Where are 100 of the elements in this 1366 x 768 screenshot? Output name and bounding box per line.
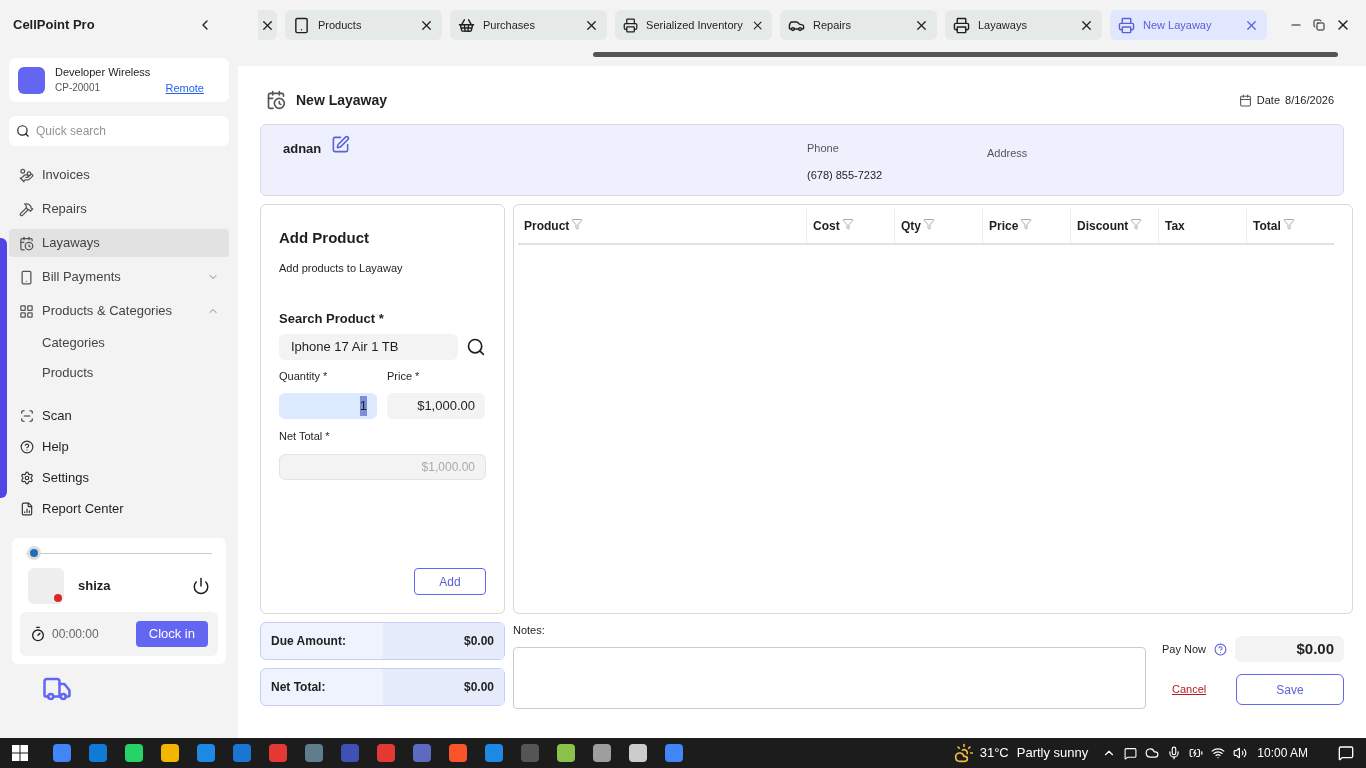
app-icon[interactable] bbox=[233, 744, 251, 762]
filter-icon[interactable] bbox=[923, 218, 935, 230]
tab[interactable]: New Layaway bbox=[1110, 10, 1267, 40]
filter-icon[interactable] bbox=[1130, 218, 1143, 230]
date-label: Date bbox=[1256, 92, 1281, 108]
filter-icon[interactable] bbox=[841, 218, 854, 230]
nav-subitem[interactable]: Categories bbox=[9, 330, 229, 356]
filter-icon[interactable] bbox=[1282, 218, 1295, 230]
tab[interactable]: Purchases bbox=[450, 10, 607, 40]
start-icon[interactable] bbox=[12, 745, 28, 761]
app-icon[interactable] bbox=[449, 744, 467, 762]
column-header[interactable]: Cost bbox=[813, 217, 840, 235]
quantity-field[interactable]: 1 bbox=[279, 393, 377, 419]
nav-item[interactable]: Products & Categories bbox=[9, 297, 229, 325]
app-icon[interactable] bbox=[125, 744, 143, 762]
nav-item[interactable]: Settings bbox=[9, 462, 229, 493]
edit-icon[interactable] bbox=[331, 135, 351, 154]
quick-search-field[interactable]: Quick search bbox=[9, 116, 229, 146]
notes-field[interactable] bbox=[513, 646, 1146, 709]
nav-icon bbox=[20, 439, 34, 454]
restore-icon[interactable] bbox=[1313, 19, 1325, 31]
weather-condition: Partly sunny bbox=[1016, 744, 1089, 763]
add-button[interactable]: Add bbox=[414, 568, 486, 595]
app-icon[interactable] bbox=[89, 744, 107, 762]
column-header[interactable]: Tax bbox=[1165, 217, 1185, 235]
microphone-icon[interactable] bbox=[1167, 746, 1182, 760]
column-header[interactable]: Product bbox=[524, 217, 570, 235]
cloud-icon[interactable] bbox=[1145, 746, 1160, 760]
clock-time[interactable]: 10:00 AM bbox=[1257, 744, 1308, 762]
price-field[interactable]: $1,000.00 bbox=[387, 393, 485, 419]
quantity-label: Quantity * bbox=[279, 368, 329, 384]
search-icon[interactable] bbox=[466, 336, 486, 357]
page-title: New Layaway bbox=[296, 90, 389, 110]
notification-icon[interactable] bbox=[1338, 745, 1354, 761]
app-icon[interactable] bbox=[413, 744, 431, 762]
app-icon[interactable] bbox=[593, 744, 611, 762]
nav-item[interactable]: Scan bbox=[9, 400, 229, 431]
nav-item[interactable]: Help bbox=[9, 431, 229, 462]
clock-in-button[interactable]: Clock in bbox=[135, 621, 208, 647]
phone-label: Phone bbox=[807, 141, 840, 156]
nav-icon bbox=[19, 201, 34, 217]
filter-icon[interactable] bbox=[571, 218, 584, 230]
tab[interactable]: Repairs bbox=[780, 10, 937, 40]
search-product-label: Search Product * bbox=[279, 310, 385, 328]
app-icon[interactable] bbox=[305, 744, 323, 762]
timer-icon bbox=[30, 626, 46, 642]
nav-icon bbox=[19, 269, 34, 285]
store-name: Developer Wireless bbox=[55, 64, 152, 80]
price-label: Price * bbox=[387, 368, 421, 384]
column-header[interactable]: Discount bbox=[1077, 217, 1129, 235]
tray-icon[interactable] bbox=[1124, 746, 1138, 760]
store-logo-icon bbox=[18, 66, 45, 94]
nav-item[interactable]: Layaways bbox=[9, 229, 229, 257]
app-icon[interactable] bbox=[557, 744, 575, 762]
tab[interactable] bbox=[258, 10, 277, 40]
column-header[interactable]: Price bbox=[989, 217, 1019, 235]
nav-item[interactable]: Invoices bbox=[9, 161, 229, 189]
app-icon[interactable] bbox=[53, 744, 71, 762]
app-icon[interactable] bbox=[485, 744, 503, 762]
app-icon[interactable] bbox=[629, 744, 647, 762]
cancel-link[interactable]: Cancel bbox=[1172, 681, 1236, 698]
search-icon bbox=[16, 124, 30, 138]
nav-icon bbox=[20, 501, 34, 516]
date-value: 8/16/2026 bbox=[1285, 92, 1334, 108]
tab[interactable]: Products bbox=[285, 10, 442, 40]
column-header[interactable]: Qty bbox=[901, 217, 921, 235]
network-icon[interactable] bbox=[1211, 746, 1226, 760]
product-search-field[interactable]: Iphone 17 Air 1 TB bbox=[279, 333, 459, 360]
slider-thumb[interactable] bbox=[26, 546, 41, 560]
tab[interactable]: Serialized Inventory bbox=[615, 10, 772, 40]
nav-item[interactable]: Report Center bbox=[9, 493, 229, 524]
pay-now-field[interactable]: $0.00 bbox=[1235, 636, 1344, 662]
user-name: shiza bbox=[78, 577, 112, 596]
volume-icon[interactable] bbox=[1233, 746, 1248, 760]
tab-icon bbox=[458, 16, 475, 34]
save-button[interactable]: Save bbox=[1236, 674, 1344, 705]
timer-text: 00:00:00 bbox=[52, 626, 100, 643]
nav-item[interactable]: Bill Payments bbox=[9, 263, 229, 291]
tab[interactable]: Layaways bbox=[945, 10, 1102, 40]
battery-icon[interactable] bbox=[1189, 746, 1204, 760]
net-total-field: $1,000.00 bbox=[279, 453, 486, 480]
nav-subitem[interactable]: Products bbox=[9, 360, 229, 386]
nav-item[interactable]: Repairs bbox=[9, 195, 229, 223]
tab-icon bbox=[953, 16, 970, 34]
app-icon[interactable] bbox=[665, 744, 683, 762]
nav-icon bbox=[20, 408, 34, 423]
app-icon[interactable] bbox=[269, 744, 287, 762]
filter-icon[interactable] bbox=[1020, 218, 1033, 230]
app-icon[interactable] bbox=[197, 744, 215, 762]
help-icon[interactable] bbox=[1214, 642, 1228, 656]
remote-link[interactable]: Remote bbox=[165, 80, 204, 97]
power-icon[interactable] bbox=[192, 577, 210, 595]
weather-icon bbox=[953, 743, 974, 763]
pay-now-label: Pay Now bbox=[1162, 641, 1207, 657]
temperature: 31°C bbox=[979, 744, 1009, 763]
app-icon[interactable] bbox=[377, 744, 395, 762]
tab-icon bbox=[293, 16, 310, 34]
panel-subtitle: Add products to Layaway bbox=[279, 260, 404, 276]
app-icon[interactable] bbox=[161, 744, 179, 762]
column-header[interactable]: Total bbox=[1253, 217, 1281, 235]
